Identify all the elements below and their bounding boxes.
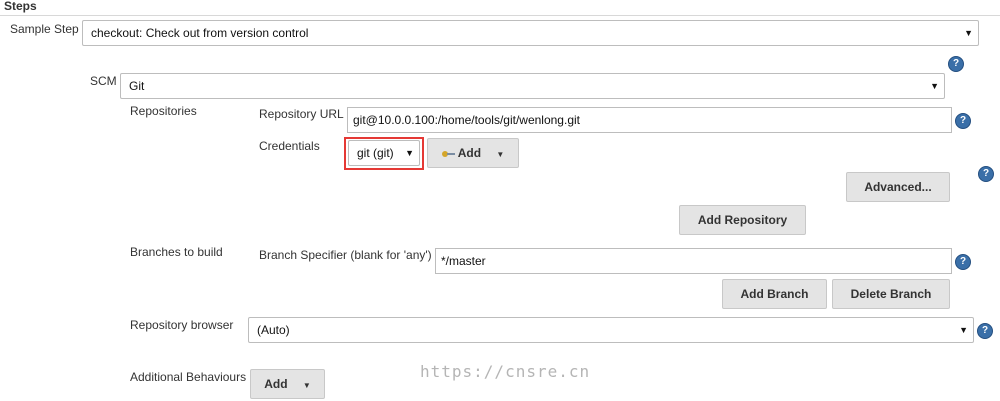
key-icon [441, 150, 455, 158]
branch-specifier-help-icon[interactable]: ? [955, 254, 971, 270]
chevron-down-icon: ▼ [302, 381, 311, 390]
repository-browser-select[interactable]: (Auto) ▼ [248, 317, 974, 343]
watermark-text: https://cnsre.cn [420, 362, 591, 381]
repository-url-label: Repository URL [259, 107, 344, 121]
credentials-add-label: Add [457, 146, 482, 160]
sample-step-label: Sample Step [10, 22, 79, 36]
branches-label: Branches to build [130, 245, 223, 259]
chevron-down-icon: ▼ [405, 148, 414, 158]
repository-url-input[interactable]: git@10.0.0.100:/home/tools/git/wenlong.g… [347, 107, 952, 133]
chevron-down-icon: ▼ [959, 325, 968, 335]
sample-step-select[interactable]: checkout: Check out from version control… [82, 20, 979, 46]
credentials-value: git (git) [357, 146, 394, 160]
repositories-help-icon[interactable]: ? [978, 166, 994, 182]
sample-step-value: checkout: Check out from version control [91, 26, 309, 40]
chevron-down-icon: ▼ [496, 150, 505, 159]
branch-specifier-label: Branch Specifier (blank for 'any') [259, 248, 432, 262]
additional-behaviours-add-label: Add [264, 377, 288, 391]
scm-label: SCM [90, 74, 117, 88]
branch-specifier-input[interactable]: */master [435, 248, 952, 274]
scm-select[interactable]: Git ▼ [120, 73, 945, 99]
repositories-label: Repositories [130, 104, 197, 118]
scm-value: Git [129, 79, 145, 93]
chevron-down-icon: ▼ [930, 81, 939, 91]
repository-browser-label: Repository browser [130, 318, 234, 332]
chevron-down-icon: ▼ [964, 28, 973, 38]
add-branch-button[interactable]: Add Branch [722, 279, 827, 309]
delete-branch-button[interactable]: Delete Branch [832, 279, 950, 309]
repository-browser-help-icon[interactable]: ? [977, 323, 993, 339]
credentials-label: Credentials [259, 139, 320, 153]
scm-help-icon[interactable]: ? [948, 56, 964, 72]
additional-behaviours-add-button[interactable]: Add ▼ [250, 369, 325, 399]
add-repository-button[interactable]: Add Repository [679, 205, 806, 235]
additional-behaviours-label: Additional Behaviours [130, 370, 247, 384]
steps-section-header [0, 0, 1000, 16]
credentials-select[interactable]: git (git) ▼ [348, 140, 420, 166]
steps-header: Steps [4, 0, 37, 13]
credentials-add-button[interactable]: Add ▼ [427, 138, 519, 168]
repository-browser-value: (Auto) [257, 323, 290, 337]
advanced-button[interactable]: Advanced... [846, 172, 950, 202]
repository-url-help-icon[interactable]: ? [955, 113, 971, 129]
